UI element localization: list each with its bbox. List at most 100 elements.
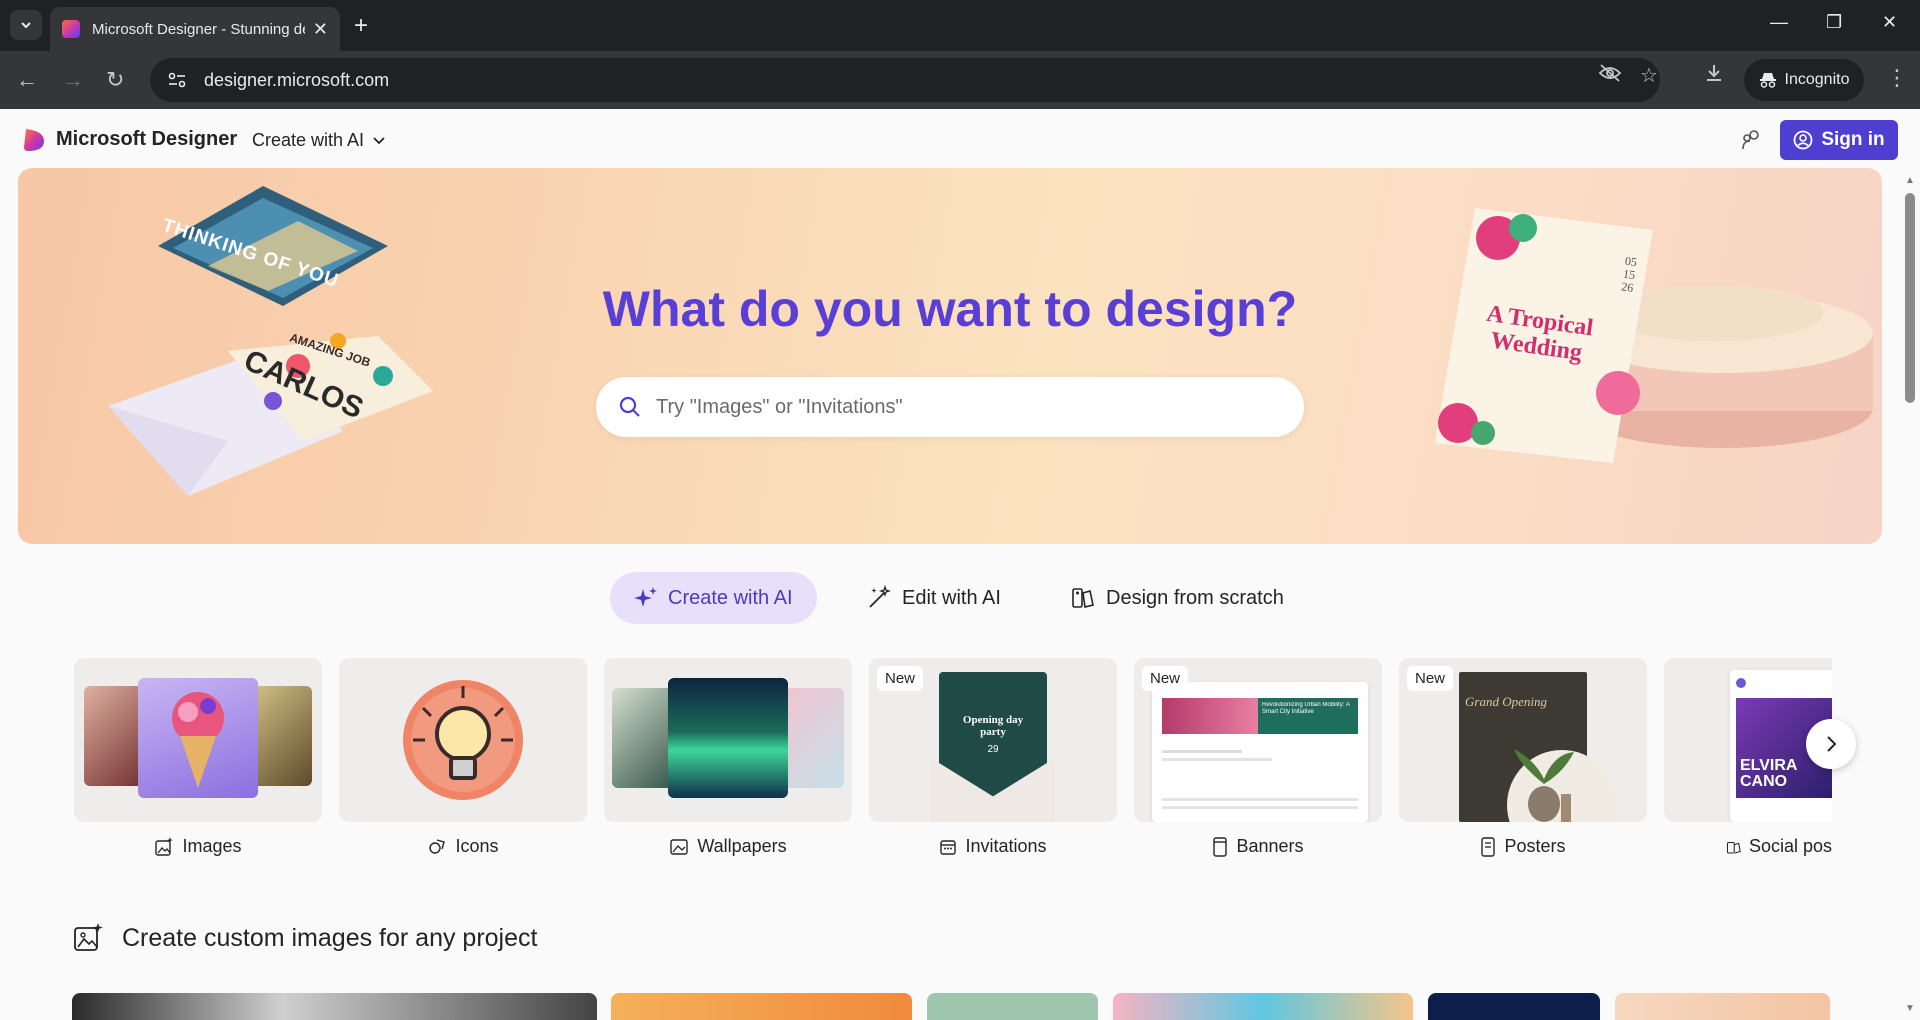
gallery-thumbnail[interactable] bbox=[1113, 993, 1413, 1020]
banner-card-text: Revolutionizing Urban Mobility: A Smart … bbox=[1262, 702, 1350, 716]
scroll-up-icon[interactable]: ▲ bbox=[1905, 175, 1915, 186]
tab-search-button[interactable] bbox=[10, 10, 42, 40]
icons-category-icon bbox=[429, 838, 446, 854]
category-label: Social pos bbox=[1664, 836, 1832, 857]
browser-tabstrip: Microsoft Designer - Stunning designs in… bbox=[0, 0, 1920, 51]
share-icon[interactable] bbox=[1740, 129, 1762, 151]
minimize-icon[interactable]: — bbox=[1770, 12, 1788, 33]
new-badge: New bbox=[1142, 666, 1189, 691]
section-title: Create custom images for any project bbox=[122, 923, 538, 952]
gallery-thumbnail[interactable] bbox=[1428, 993, 1600, 1020]
category-label-text: Posters bbox=[1504, 836, 1566, 856]
chevron-down-icon bbox=[373, 136, 385, 144]
close-tab-icon[interactable]: ✕ bbox=[313, 19, 328, 40]
tab-title: Microsoft Designer - Stunning designs in… bbox=[92, 20, 305, 38]
new-badge: New bbox=[877, 666, 924, 691]
page-scrollbar[interactable]: ▲ ▼ bbox=[1900, 171, 1920, 1020]
back-icon[interactable]: ← bbox=[16, 67, 38, 93]
category-card: Grand Opening New bbox=[1399, 658, 1647, 822]
reload-icon[interactable]: ↻ bbox=[106, 67, 124, 93]
incognito-icon bbox=[1759, 73, 1776, 88]
scrollbar-thumb[interactable] bbox=[1905, 193, 1915, 403]
scroll-down-icon[interactable]: ▼ bbox=[1905, 1003, 1915, 1014]
category-card bbox=[74, 658, 322, 822]
user-icon bbox=[1793, 130, 1813, 150]
chevron-right-icon bbox=[1827, 736, 1837, 752]
hero-search-input[interactable] bbox=[656, 395, 1256, 419]
browser-menu-icon[interactable]: ⋮ bbox=[1886, 65, 1908, 91]
designer-favicon-icon bbox=[62, 20, 80, 38]
category-label: Invitations bbox=[869, 836, 1117, 857]
sparkle-icon bbox=[634, 587, 657, 607]
forward-icon[interactable]: → bbox=[62, 67, 84, 93]
category-label-text: Invitations bbox=[965, 836, 1047, 856]
gallery-thumbnail[interactable] bbox=[927, 993, 1098, 1020]
tab-edit-with-ai[interactable]: Edit with AI bbox=[842, 572, 1025, 624]
category-label: Banners bbox=[1134, 836, 1382, 857]
gallery-thumbnail[interactable] bbox=[1615, 993, 1830, 1020]
download-icon[interactable] bbox=[1704, 63, 1724, 89]
new-tab-button[interactable]: + bbox=[354, 12, 368, 40]
close-window-icon[interactable]: ✕ bbox=[1882, 12, 1897, 33]
tab-label: Design from scratch bbox=[1106, 586, 1284, 609]
url-text: designer.microsoft.com bbox=[204, 69, 390, 90]
poster-icon bbox=[1481, 836, 1496, 857]
incognito-label: Incognito bbox=[1784, 71, 1850, 88]
magic-wand-icon bbox=[869, 585, 892, 608]
sign-in-button[interactable]: Sign in bbox=[1780, 120, 1898, 160]
design-tools-icon bbox=[1072, 588, 1094, 608]
category-social-posts[interactable]: ELVIRA CANO Social pos bbox=[1664, 658, 1832, 857]
hero-title: What do you want to design? bbox=[602, 281, 1298, 337]
category-label-text: Images bbox=[182, 836, 242, 856]
sign-in-label: Sign in bbox=[1821, 129, 1885, 150]
gallery-thumbnail[interactable] bbox=[611, 993, 912, 1020]
create-menu-label: Create with AI bbox=[252, 130, 365, 150]
address-bar[interactable]: designer.microsoft.com bbox=[150, 58, 1660, 102]
category-label: Wallpapers bbox=[604, 836, 852, 857]
category-invitations[interactable]: Opening day party 29 New Invitations bbox=[869, 658, 1117, 857]
tab-design-from-scratch[interactable]: Design from scratch bbox=[1046, 572, 1308, 624]
category-card bbox=[604, 658, 852, 822]
designer-logo-icon bbox=[24, 129, 44, 151]
category-label: Icons bbox=[339, 836, 587, 857]
incognito-button[interactable]: Incognito bbox=[1744, 59, 1864, 101]
search-icon bbox=[619, 396, 640, 417]
section-heading: Create custom images for any project bbox=[72, 922, 537, 954]
restore-icon[interactable]: ❐ bbox=[1826, 12, 1842, 33]
create-with-ai-menu[interactable]: Create with AI bbox=[252, 130, 386, 151]
category-icons[interactable]: Icons bbox=[339, 658, 587, 857]
new-badge: New bbox=[1407, 666, 1454, 691]
image-sparkle-icon bbox=[74, 923, 103, 951]
tab-create-with-ai[interactable]: Create with AI bbox=[610, 572, 817, 624]
category-label: Posters bbox=[1399, 836, 1647, 857]
social-card-text: ELVIRA CANO bbox=[1740, 757, 1797, 790]
category-banners[interactable]: Revolutionizing Urban Mobility: A Smart … bbox=[1134, 658, 1382, 857]
invitation-card-day: 29 bbox=[987, 744, 999, 755]
mode-tabs: Create with AI Edit with AI Design from … bbox=[0, 572, 1920, 626]
eye-off-icon[interactable] bbox=[1598, 63, 1622, 89]
poster-card-text: Grand Opening bbox=[1465, 694, 1547, 709]
hero-banner: THINKING OF YOU AMAZING JOB CARLOS A Tro… bbox=[18, 168, 1882, 544]
category-card: Opening day party 29 New bbox=[869, 658, 1117, 822]
category-label-text: Banners bbox=[1236, 836, 1304, 856]
brand-name[interactable]: Microsoft Designer bbox=[56, 128, 237, 151]
browser-tab[interactable]: Microsoft Designer - Stunning designs in… bbox=[50, 7, 340, 51]
category-label-text: Social pos bbox=[1748, 836, 1832, 856]
bookmark-star-icon[interactable]: ☆ bbox=[1640, 63, 1658, 88]
gallery-thumbnail[interactable] bbox=[72, 993, 597, 1020]
hero-search-box[interactable] bbox=[596, 377, 1304, 437]
app-header: Microsoft Designer Create with AI Sign i… bbox=[0, 109, 1920, 171]
category-label: Images bbox=[74, 836, 322, 857]
chevron-down-icon bbox=[21, 22, 31, 29]
category-wallpapers[interactable]: Wallpapers bbox=[604, 658, 852, 857]
social-post-icon bbox=[1726, 841, 1741, 853]
banner-icon bbox=[1213, 836, 1228, 857]
site-settings-icon[interactable] bbox=[164, 67, 190, 93]
image-sparkle-icon bbox=[155, 836, 174, 856]
category-posters[interactable]: Grand Opening New Posters bbox=[1399, 658, 1647, 857]
wallpaper-icon bbox=[670, 838, 689, 855]
invitation-card-text: Opening day party bbox=[962, 714, 1024, 739]
category-images[interactable]: Images bbox=[74, 658, 322, 857]
category-label-text: Icons bbox=[455, 836, 499, 856]
carousel-next-button[interactable] bbox=[1806, 719, 1856, 769]
